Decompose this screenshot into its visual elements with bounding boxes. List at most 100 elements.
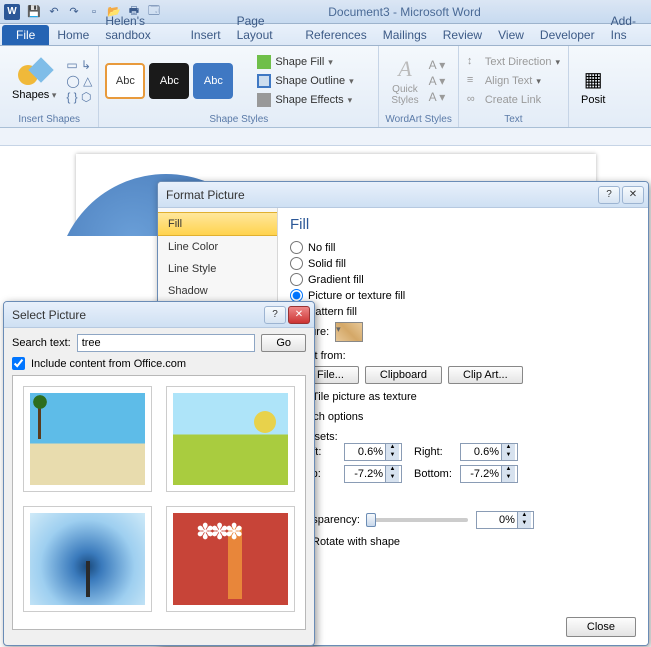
word-icon: W <box>4 4 20 20</box>
group-label-text: Text <box>465 114 562 127</box>
gallery-thumb-red[interactable] <box>166 506 295 612</box>
shapes-button[interactable]: Shapes <box>6 57 62 105</box>
offset-left-input[interactable]: ▲▼ <box>344 443 402 461</box>
bucket-icon <box>257 55 271 69</box>
tab-home[interactable]: Home <box>49 25 97 45</box>
shapes-label: Shapes <box>12 89 56 101</box>
gallery-thumb-beach[interactable] <box>23 386 152 492</box>
insert-from-label: Insert from: <box>290 350 636 362</box>
tab-references[interactable]: References <box>297 25 374 45</box>
tab-view[interactable]: View <box>490 25 532 45</box>
close-icon[interactable]: ✕ <box>288 306 310 324</box>
align-text-icon: ≡ <box>467 74 481 88</box>
help-button[interactable]: ? <box>598 186 620 204</box>
group-arrange: ▦ Posit <box>569 46 617 127</box>
undo-icon[interactable]: ↶ <box>46 4 62 20</box>
tab-addins[interactable]: Add-Ins <box>603 11 651 45</box>
ribbon: Shapes ▭ ↳◯ △{ } ⬡ Insert Shapes Abc Abc… <box>0 46 651 128</box>
wordart-mini: A ▾A ▾A ▾ <box>429 58 446 104</box>
shape-style-2[interactable]: Abc <box>149 63 189 99</box>
right-label: Right: <box>414 446 454 458</box>
wordart-a-icon: A <box>398 56 411 82</box>
winter-tree-image <box>30 513 145 605</box>
quick-styles-button[interactable]: A Quick Styles <box>385 52 424 110</box>
bottom-label: Bottom: <box>414 468 454 480</box>
close-icon[interactable]: ✕ <box>622 186 644 204</box>
select-picture-dialog: Select Picture ? ✕ Search text: Go Inclu… <box>3 301 315 646</box>
group-wordart-styles: A Quick Styles A ▾A ▾A ▾ WordArt Styles <box>379 46 459 127</box>
ribbon-tabs: File Home Helen's sandbox Insert Page La… <box>0 24 651 46</box>
texture-dropdown[interactable] <box>335 322 363 342</box>
search-input[interactable] <box>77 334 256 352</box>
radio-gradient-fill[interactable] <box>290 273 303 286</box>
close-button[interactable]: Close <box>566 617 636 637</box>
group-insert-shapes: Shapes ▭ ↳◯ △{ } ⬡ Insert Shapes <box>0 46 99 127</box>
fill-heading: Fill <box>290 216 636 233</box>
category-line-color[interactable]: Line Color <box>158 236 277 258</box>
tab-page-layout[interactable]: Page Layout <box>229 11 298 45</box>
beach-image <box>30 393 145 485</box>
gallery-thumb-field[interactable] <box>166 386 295 492</box>
horizontal-ruler[interactable] <box>0 128 651 146</box>
shape-fill-menu[interactable]: Shape Fill <box>255 54 355 70</box>
label-pattern-fill: Pattern fill <box>308 306 357 318</box>
shape-style-3[interactable]: Abc <box>193 63 233 99</box>
tab-review[interactable]: Review <box>435 25 490 45</box>
shape-effects-menu[interactable]: Shape Effects <box>255 92 355 108</box>
shape-quick-grid[interactable]: ▭ ↳◯ △{ } ⬡ <box>66 58 92 104</box>
group-label-insert-shapes: Insert Shapes <box>6 114 92 127</box>
transparency-slider[interactable] <box>368 518 468 522</box>
category-line-style[interactable]: Line Style <box>158 258 277 280</box>
tab-file[interactable]: File <box>2 25 49 45</box>
text-direction-menu[interactable]: ↕Text Direction <box>465 54 562 70</box>
label-no-fill: No fill <box>308 242 336 254</box>
outline-icon <box>257 74 271 88</box>
group-label-shape-styles: Shape Styles <box>105 114 372 127</box>
radio-solid-fill[interactable] <box>290 257 303 270</box>
save-icon[interactable]: 💾 <box>26 4 42 20</box>
transparency-input[interactable]: ▲▼ <box>476 511 534 529</box>
group-shape-styles: Abc Abc Abc Shape Fill Shape Outline Sha… <box>99 46 379 127</box>
clipboard-button[interactable]: Clipboard <box>365 366 442 384</box>
group-text: ↕Text Direction ≡Align Text ∞Create Link… <box>459 46 569 127</box>
select-picture-titlebar[interactable]: Select Picture ? ✕ <box>4 302 314 328</box>
position-button[interactable]: ▦ Posit <box>575 63 611 110</box>
clipart-button[interactable]: Clip Art... <box>448 366 523 384</box>
text-direction-icon: ↕ <box>467 55 481 69</box>
format-fill-panel: Fill No fill Solid fill Gradient fill Pi… <box>278 208 648 645</box>
go-button[interactable]: Go <box>261 334 306 352</box>
gallery-thumb-winter[interactable] <box>23 506 152 612</box>
field-image <box>173 393 288 485</box>
group-label-wordart: WordArt Styles <box>385 114 452 127</box>
red-tree-image <box>173 513 288 605</box>
radio-no-fill[interactable] <box>290 241 303 254</box>
include-office-label: Include content from Office.com <box>31 358 186 370</box>
label-gradient-fill: Gradient fill <box>308 274 364 286</box>
offset-right-input[interactable]: ▲▼ <box>460 443 518 461</box>
tab-insert[interactable]: Insert <box>183 25 229 45</box>
tab-mailings[interactable]: Mailings <box>375 25 435 45</box>
clipart-gallery[interactable] <box>12 375 306 630</box>
offset-bottom-input[interactable]: ▲▼ <box>460 465 518 483</box>
offset-top-input[interactable]: ▲▼ <box>344 465 402 483</box>
help-button[interactable]: ? <box>264 306 286 324</box>
create-link-menu[interactable]: ∞Create Link <box>465 92 562 108</box>
offsets-label: Offsets: <box>300 431 636 443</box>
align-text-menu[interactable]: ≡Align Text <box>465 73 562 89</box>
format-picture-titlebar[interactable]: Format Picture ? ✕ <box>158 182 648 208</box>
category-shadow[interactable]: Shadow <box>158 280 277 302</box>
redo-icon[interactable]: ↷ <box>66 4 82 20</box>
rotate-label: Rotate with shape <box>312 536 400 548</box>
shape-outline-menu[interactable]: Shape Outline <box>255 73 355 89</box>
label-solid-fill: Solid fill <box>308 258 346 270</box>
link-icon: ∞ <box>467 93 481 107</box>
category-fill[interactable]: Fill <box>158 212 277 236</box>
format-picture-title: Format Picture <box>166 188 245 202</box>
tile-label: Tile picture as texture <box>312 391 417 403</box>
position-icon: ▦ <box>584 67 603 92</box>
shape-style-1[interactable]: Abc <box>105 63 145 99</box>
tab-developer[interactable]: Developer <box>532 25 603 45</box>
select-picture-title: Select Picture <box>12 308 86 322</box>
include-office-checkbox[interactable] <box>12 357 25 370</box>
tab-sandbox[interactable]: Helen's sandbox <box>97 11 182 45</box>
